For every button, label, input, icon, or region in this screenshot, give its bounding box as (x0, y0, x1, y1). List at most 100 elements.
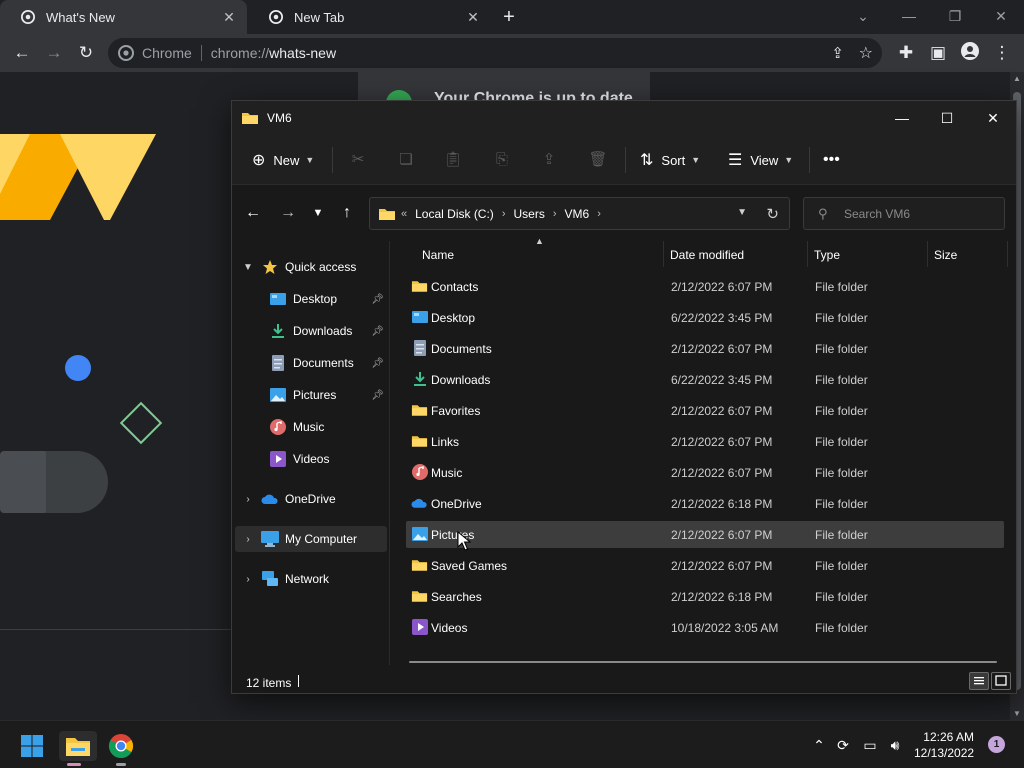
start-button[interactable] (17, 731, 47, 761)
file-row[interactable]: Favorites 2/12/2022 6:07 PM File folder (406, 397, 1004, 424)
tab-new-tab[interactable]: New Tab ✕ (248, 0, 491, 34)
breadcrumb-local-disk[interactable]: Local Disk (C:) (415, 207, 494, 221)
column-divider[interactable] (807, 241, 808, 267)
rename-icon[interactable]: ⎘ (492, 150, 512, 170)
copy-icon[interactable]: ❏ (396, 150, 416, 170)
address-history-chevron-icon[interactable]: ▼ (737, 207, 747, 218)
minimize-icon[interactable]: — (899, 6, 919, 26)
file-row[interactable]: Searches 2/12/2022 6:18 PM File folder (406, 583, 1004, 610)
network-monitor-icon[interactable]: ▭ (860, 735, 880, 755)
file-row[interactable]: OneDrive 2/12/2022 6:18 PM File folder (406, 490, 1004, 517)
more-options-button[interactable]: ••• (823, 150, 848, 170)
column-header-date[interactable]: Date modified (670, 248, 744, 264)
show-hidden-icons-chevron-icon[interactable]: ⌃ (809, 735, 829, 755)
nav-music[interactable]: Music (232, 414, 388, 440)
nav-quick-access[interactable]: ▼ Quick access (232, 254, 388, 280)
expand-chevron-icon[interactable]: › (242, 494, 254, 505)
maximize-icon[interactable]: ☐ (936, 107, 958, 129)
expand-chevron-icon[interactable]: › (242, 534, 254, 545)
pin-icon[interactable]: 📌︎ (371, 326, 384, 337)
file-row[interactable]: Downloads 6/22/2022 3:45 PM File folder (406, 366, 1004, 393)
close-window-icon[interactable]: ✕ (982, 107, 1004, 129)
refresh-icon[interactable]: ↻ (766, 205, 779, 223)
breadcrumb-separator-icon[interactable]: › (553, 208, 557, 220)
close-tab-icon[interactable]: ✕ (221, 9, 237, 25)
sort-button[interactable]: ⇅ Sort ▼ (640, 150, 700, 170)
scroll-up-icon[interactable]: ▲ (1010, 74, 1024, 83)
profile-avatar-icon[interactable] (959, 42, 981, 64)
column-header-type[interactable]: Type (814, 248, 840, 264)
nav-onedrive[interactable]: › OneDrive (232, 486, 388, 512)
file-row[interactable]: Music 2/12/2022 6:07 PM File folder (406, 459, 1004, 486)
tiles-view-toggle[interactable] (991, 672, 1011, 690)
delete-icon[interactable]: 🗑︎ (588, 150, 608, 170)
file-row[interactable]: Saved Games 2/12/2022 6:07 PM File folder (406, 552, 1004, 579)
horizontal-scrollbar[interactable] (409, 661, 997, 663)
file-row[interactable]: Contacts 2/12/2022 6:07 PM File folder (406, 273, 1004, 300)
extensions-puzzle-icon[interactable]: ✚ (895, 42, 917, 64)
side-panel-icon[interactable]: ▣ (927, 42, 949, 64)
search-input[interactable] (844, 206, 994, 221)
back-arrow-icon[interactable]: ← (11, 42, 33, 64)
file-row[interactable]: Pictures 2/12/2022 6:07 PM File folder (406, 521, 1004, 548)
breadcrumb-users[interactable]: Users (513, 207, 544, 221)
breadcrumb-vm6[interactable]: VM6 (565, 207, 590, 221)
recent-locations-chevron-icon[interactable]: ▼ (308, 203, 328, 223)
share-icon[interactable]: ⇪ (539, 150, 559, 170)
address-bar[interactable]: Chrome chrome:// whats-new ⇪ ☆ (108, 38, 882, 68)
nav-desktop[interactable]: Desktop 📌︎ (232, 286, 388, 312)
expand-chevron-icon[interactable]: › (242, 574, 254, 585)
nav-downloads[interactable]: Downloads 📌︎ (232, 318, 388, 344)
explorer-address-bar[interactable]: « Local Disk (C:) › Users › VM6 › ▼ ↻ (369, 197, 790, 230)
back-arrow-icon[interactable]: ← (243, 203, 263, 223)
share-icon[interactable]: ⇪ (831, 44, 844, 62)
reload-icon[interactable]: ↻ (75, 42, 97, 64)
system-clock[interactable]: 12:26 AM 12/13/2022 (914, 729, 974, 761)
search-box[interactable]: ⚲ (803, 197, 1005, 230)
breadcrumb-separator-icon[interactable]: › (502, 208, 506, 220)
forward-arrow-icon[interactable]: → (43, 42, 65, 64)
nav-documents[interactable]: Documents 📌︎ (232, 350, 388, 376)
new-button[interactable]: ⊕ New ▼ (252, 150, 314, 170)
notification-badge[interactable]: 1 (988, 736, 1005, 753)
tab-whats-new[interactable]: What's New ✕ (0, 0, 247, 34)
details-view-toggle[interactable] (969, 672, 989, 690)
pin-icon[interactable]: 📌︎ (371, 358, 384, 369)
pin-icon[interactable]: 📌︎ (371, 390, 384, 401)
column-divider[interactable] (1007, 241, 1008, 267)
nav-network[interactable]: › Network (232, 566, 388, 592)
scroll-down-icon[interactable]: ▼ (1010, 709, 1024, 718)
new-tab-plus-icon[interactable]: + (499, 7, 519, 27)
cut-icon[interactable]: ✂ (348, 150, 368, 170)
forward-arrow-icon[interactable]: → (278, 203, 298, 223)
chrome-menu-icon[interactable]: ⋮ (991, 42, 1013, 64)
taskbar-file-explorer[interactable] (59, 731, 97, 766)
column-header-name[interactable]: Name (422, 248, 454, 264)
taskbar-chrome[interactable] (106, 731, 136, 766)
column-header-size[interactable]: Size (934, 248, 957, 264)
paste-icon[interactable]: 📋︎ (443, 150, 463, 170)
restore-icon[interactable]: ❐ (945, 6, 965, 26)
minimize-icon[interactable]: — (891, 107, 913, 129)
up-arrow-icon[interactable]: ↑ (337, 203, 357, 223)
close-window-icon[interactable]: ✕ (991, 6, 1011, 26)
close-tab-icon[interactable]: ✕ (465, 9, 481, 25)
file-row[interactable]: Links 2/12/2022 6:07 PM File folder (406, 428, 1004, 455)
overflow-chevron-icon[interactable]: « (401, 208, 407, 220)
nav-my-computer[interactable]: › My Computer (235, 526, 387, 552)
nav-pictures[interactable]: Pictures 📌︎ (232, 382, 388, 408)
expand-chevron-icon[interactable]: ▼ (242, 262, 254, 273)
breadcrumb-separator-icon[interactable]: › (597, 208, 601, 220)
explorer-title-bar[interactable]: VM6 — ☐ ✕ (232, 101, 1016, 135)
volume-icon[interactable]: 🔊︎ (885, 735, 905, 755)
sync-icon[interactable]: ⟳ (833, 735, 853, 755)
column-divider[interactable] (927, 241, 928, 267)
bookmark-star-icon[interactable]: ☆ (859, 43, 873, 63)
nav-videos[interactable]: Videos (232, 446, 388, 472)
view-button[interactable]: ☰ View ▼ (728, 150, 793, 170)
pin-icon[interactable]: 📌︎ (371, 294, 384, 305)
file-row[interactable]: Desktop 6/22/2022 3:45 PM File folder (406, 304, 1004, 331)
file-row[interactable]: Documents 2/12/2022 6:07 PM File folder (406, 335, 1004, 362)
tab-search-chevron-icon[interactable]: ⌄ (853, 6, 873, 26)
file-row[interactable]: Videos 10/18/2022 3:05 AM File folder (406, 614, 1004, 641)
